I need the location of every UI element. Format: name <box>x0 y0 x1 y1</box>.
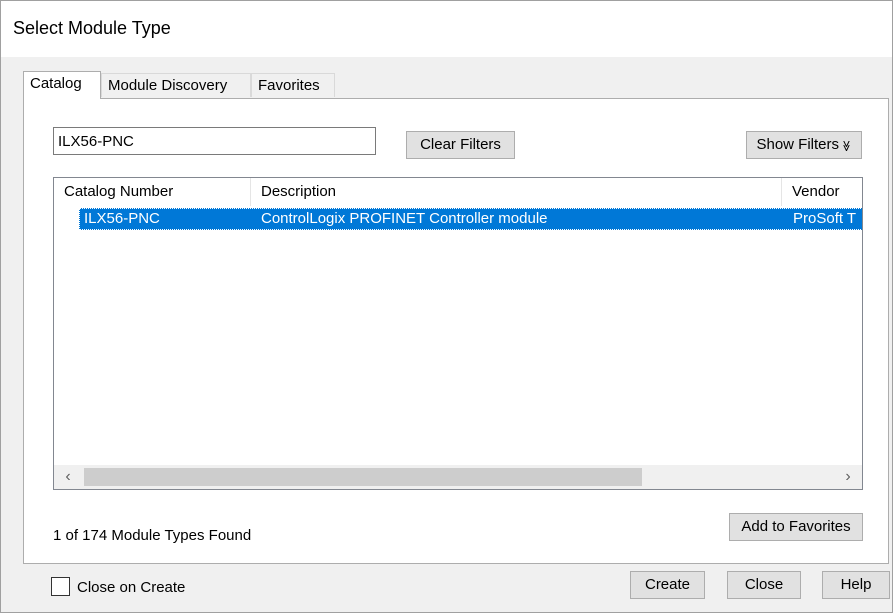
column-header-catalog-number[interactable]: Catalog Number <box>54 178 251 206</box>
module-list[interactable]: Catalog Number Description Vendor ILX56-… <box>53 177 863 490</box>
close-on-create-label: Close on Create <box>77 579 186 596</box>
help-button[interactable]: Help <box>822 571 890 599</box>
close-on-create-checkbox[interactable] <box>51 577 70 596</box>
double-chevron-down-icon: ≫ <box>839 140 852 152</box>
scrollbar-thumb[interactable] <box>84 468 642 486</box>
column-header-vendor[interactable]: Vendor <box>782 178 862 206</box>
tab-favorites[interactable]: Favorites <box>251 73 335 97</box>
add-to-favorites-button[interactable]: Add to Favorites <box>729 513 863 541</box>
select-module-type-dialog: Select Module Type Catalog Module Discov… <box>0 0 893 613</box>
cell-catalog-number: ILX56-PNC <box>84 210 160 227</box>
close-button[interactable]: Close <box>727 571 801 599</box>
search-input[interactable] <box>53 127 376 155</box>
dialog-title: Select Module Type <box>13 18 171 38</box>
cell-description: ControlLogix PROFINET Controller module <box>261 210 548 227</box>
create-button[interactable]: Create <box>630 571 705 599</box>
table-row[interactable]: ILX56-PNC ControlLogix PROFINET Controll… <box>79 208 862 230</box>
show-filters-label: Show Filters <box>756 136 839 153</box>
tab-module-discovery[interactable]: Module Discovery <box>101 73 251 97</box>
status-text: 1 of 174 Module Types Found <box>53 527 252 544</box>
title-bar: Select Module Type <box>1 1 892 57</box>
horizontal-scrollbar[interactable]: ‹ › <box>54 465 862 489</box>
tab-catalog[interactable]: Catalog <box>23 71 101 99</box>
chevron-left-icon[interactable]: ‹ <box>56 465 80 489</box>
chevron-right-icon[interactable]: › <box>836 465 860 489</box>
column-header-description[interactable]: Description <box>251 178 782 206</box>
show-filters-button[interactable]: Show Filters≫ <box>746 131 862 159</box>
cell-vendor: ProSoft T <box>793 210 857 227</box>
clear-filters-button[interactable]: Clear Filters <box>406 131 515 159</box>
